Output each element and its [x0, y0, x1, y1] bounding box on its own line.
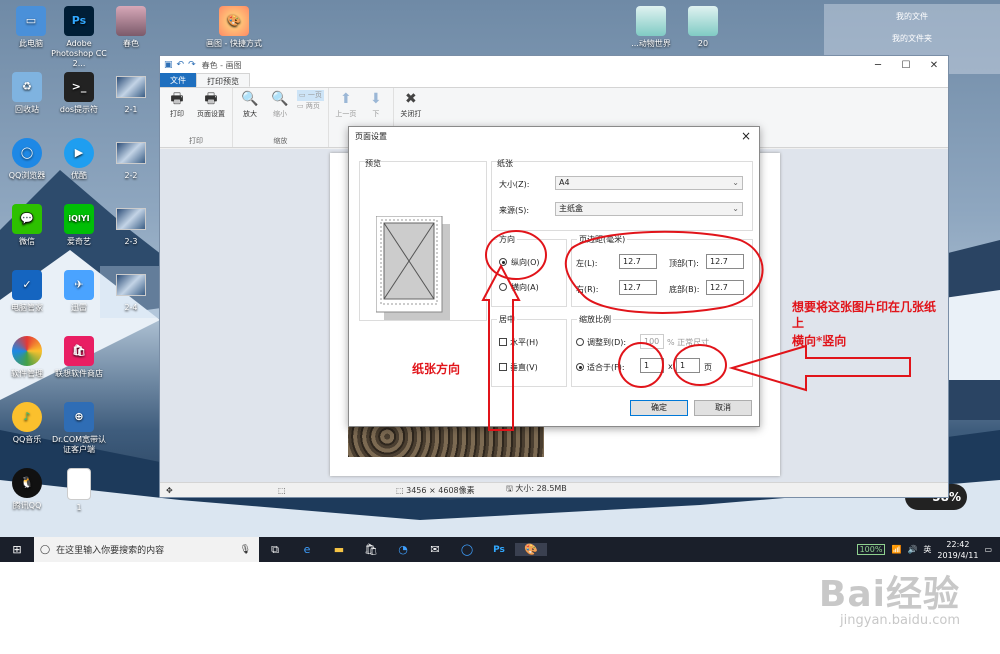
microphone-icon[interactable]: 🎙: [240, 545, 251, 555]
notification-center-icon[interactable]: ▭: [984, 545, 992, 554]
network-icon[interactable]: 📶: [891, 545, 901, 554]
clock-date: 2019/4/11: [937, 550, 979, 560]
annotation-overlay: [481, 230, 911, 431]
clock-time: 22:42: [946, 539, 970, 549]
fit-annotation-line1: 想要将这张图片印在几张纸: [792, 300, 937, 314]
taskbar-clock[interactable]: 22:42 2019/4/11: [937, 539, 978, 561]
search-icon: ◯: [40, 544, 51, 555]
qq-browser-taskbar-icon[interactable]: ◯: [451, 543, 483, 556]
search-placeholder: 在这里输入你要搜索的内容: [56, 546, 165, 556]
orientation-annotation: 纸张方向: [412, 362, 461, 376]
watermark-url: jingyan.baidu.com: [840, 613, 960, 628]
mail-icon[interactable]: ✉: [419, 543, 451, 556]
fit-arrow: [728, 344, 911, 392]
file-explorer-icon[interactable]: ▬: [323, 543, 355, 556]
paint-taskbar-icon[interactable]: 🎨: [515, 543, 547, 556]
taskbar-search-input[interactable]: ◯ 在这里输入你要搜索的内容 🎙: [34, 537, 259, 562]
fit-height-circle: [673, 344, 727, 386]
fit-annotation-line3: 横向*竖向: [792, 334, 847, 348]
task-view-icon[interactable]: ⧉: [259, 543, 291, 557]
system-tray: 100% 📶 🔊 英 22:42 2019/4/11 ▭: [856, 539, 1000, 561]
taskbar: ⊞ ◯ 在这里输入你要搜索的内容 🎙 ⧉ e ▬ 🛍 ◔ ✉ ◯ Ps 🎨 10…: [0, 537, 1000, 562]
battery-icon[interactable]: 100%: [856, 544, 886, 555]
edge-icon[interactable]: e: [291, 543, 323, 556]
watermark-brand: Bai经验: [818, 574, 960, 615]
photoshop-taskbar-icon[interactable]: Ps: [483, 545, 515, 555]
fit-width-circle: [618, 342, 664, 388]
orientation-arrow: [481, 263, 521, 431]
fit-annotation-line2: 上: [792, 316, 805, 330]
windows-start-icon[interactable]: ⊞: [0, 543, 34, 556]
margins-circle: [564, 230, 764, 314]
orientation-circle: [485, 230, 547, 280]
baidu-watermark: Bai经验 jingyan.baidu.com: [819, 565, 960, 628]
volume-icon[interactable]: 🔊: [907, 545, 917, 554]
ime-indicator[interactable]: 英: [923, 544, 931, 555]
clock-app-icon[interactable]: ◔: [387, 543, 419, 556]
store-icon[interactable]: 🛍: [355, 543, 387, 556]
